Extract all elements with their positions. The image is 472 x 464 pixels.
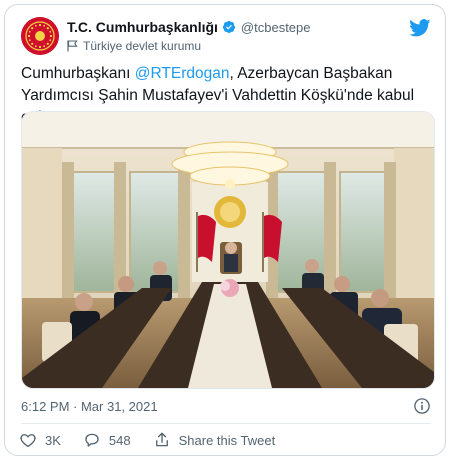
verified-badge-icon (222, 20, 236, 34)
reply-icon (85, 433, 99, 447)
tweet-photo[interactable] (21, 111, 435, 389)
mention-link[interactable]: @RTErdogan (135, 65, 230, 82)
reply-count: 548 (108, 432, 131, 448)
avatar[interactable] (21, 17, 59, 55)
like-button[interactable]: 3K (19, 431, 61, 449)
presidential-seal-icon (21, 17, 59, 55)
handle[interactable]: @tcbestepe (241, 20, 311, 35)
government-flag-icon (67, 40, 78, 52)
heart-icon (20, 434, 36, 448)
share-button[interactable]: Share this Tweet (153, 431, 276, 449)
divider (21, 423, 431, 424)
account-label: Türkiye devlet kurumu (67, 39, 201, 53)
like-count: 3K (45, 432, 61, 448)
meeting-photo-illustration (22, 112, 434, 388)
account-label-text: Türkiye devlet kurumu (83, 39, 202, 53)
tweet-actions: 3K 548 Share this Tweet (19, 431, 297, 449)
info-icon[interactable] (413, 397, 431, 415)
twitter-bird-icon[interactable] (409, 19, 431, 37)
display-name[interactable]: T.C. Cumhurbaşkanlığı (67, 19, 218, 35)
reply-button[interactable]: 548 (83, 431, 131, 449)
share-label: Share this Tweet (178, 432, 276, 448)
author-line: T.C. Cumhurbaşkanlığı @tcbestepe (67, 19, 311, 35)
tweet-timestamp[interactable]: 6:12 PM · Mar 31, 2021 (21, 399, 158, 414)
tweet-text-prefix: Cumhurbaşkanı (21, 65, 135, 82)
share-icon (155, 432, 168, 447)
tweet-card[interactable]: T.C. Cumhurbaşkanlığı @tcbestepe Türkiye… (4, 4, 446, 456)
